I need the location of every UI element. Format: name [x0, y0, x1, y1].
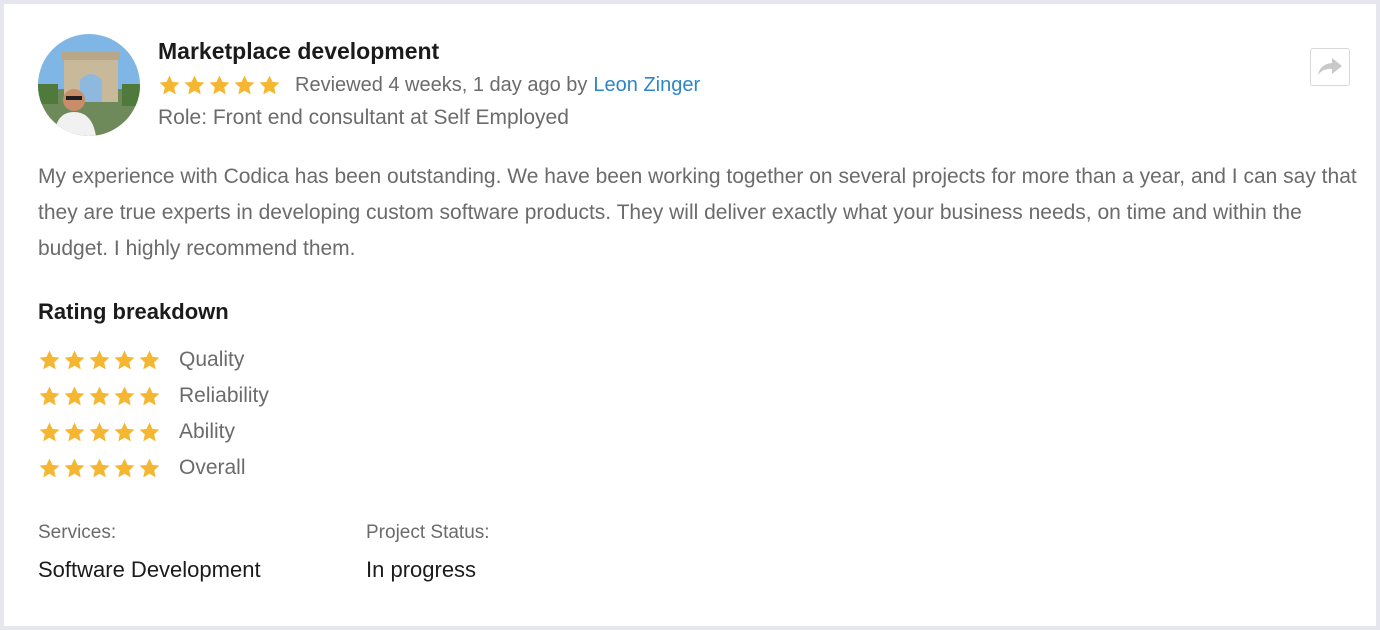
review-title: Marketplace development [158, 38, 440, 64]
ability-star-rating [38, 421, 161, 444]
star-icon [89, 349, 110, 369]
star-icon [114, 421, 135, 441]
star-icon [139, 349, 160, 369]
rating-label: Reliability [179, 384, 269, 407]
services-value: Software Development [38, 557, 261, 582]
share-button[interactable] [1310, 48, 1350, 86]
star-icon [114, 457, 135, 477]
star-icon [64, 349, 85, 369]
review-body: My experience with Codica has been outst… [38, 165, 1357, 260]
star-icon [39, 349, 60, 369]
star-icon [159, 74, 180, 94]
project-status-value: In progress [366, 557, 477, 582]
star-icon [64, 421, 85, 441]
services-label: Services: [38, 522, 117, 543]
reviewer-link[interactable]: Leon Zinger [593, 74, 700, 97]
project-status-label: Project Status: [366, 522, 490, 543]
star-icon [89, 421, 110, 441]
star-icon [184, 74, 205, 94]
star-icon [139, 421, 160, 441]
star-icon [39, 457, 60, 477]
review-star-rating [158, 74, 281, 97]
rating-label: Overall [179, 456, 246, 479]
rating-breakdown-title: Rating breakdown [38, 299, 229, 324]
star-icon [89, 385, 110, 405]
star-icon [259, 74, 280, 94]
star-icon [64, 457, 85, 477]
rating-row-reliability: Reliability [38, 378, 269, 414]
rating-label: Quality [179, 348, 245, 371]
star-icon [209, 74, 230, 94]
rating-breakdown-list: Quality Reliability Ability Overall [38, 342, 269, 486]
review-card: Marketplace development Reviewed 4 weeks… [4, 4, 1376, 626]
star-icon [139, 457, 160, 477]
star-icon [89, 457, 110, 477]
rating-row-overall: Overall [38, 450, 269, 486]
avatar [38, 34, 140, 136]
review-meta: Reviewed 4 weeks, 1 day ago by Leon Zing… [158, 71, 700, 99]
star-icon [234, 74, 255, 94]
star-icon [64, 385, 85, 405]
star-icon [39, 421, 60, 441]
overall-star-rating [38, 457, 161, 480]
rating-label: Ability [179, 420, 236, 443]
reliability-star-rating [38, 385, 161, 408]
rating-row-ability: Ability [38, 414, 269, 450]
quality-star-rating [38, 349, 161, 372]
share-arrow-icon [1318, 58, 1342, 75]
rating-row-quality: Quality [38, 342, 269, 378]
reviewed-text: Reviewed 4 weeks, 1 day ago by [295, 73, 588, 96]
star-icon [39, 385, 60, 405]
star-icon [114, 349, 135, 369]
reviewer-role: Role: Front end consultant at Self Emplo… [158, 106, 569, 129]
star-icon [114, 385, 135, 405]
star-icon [139, 385, 160, 405]
